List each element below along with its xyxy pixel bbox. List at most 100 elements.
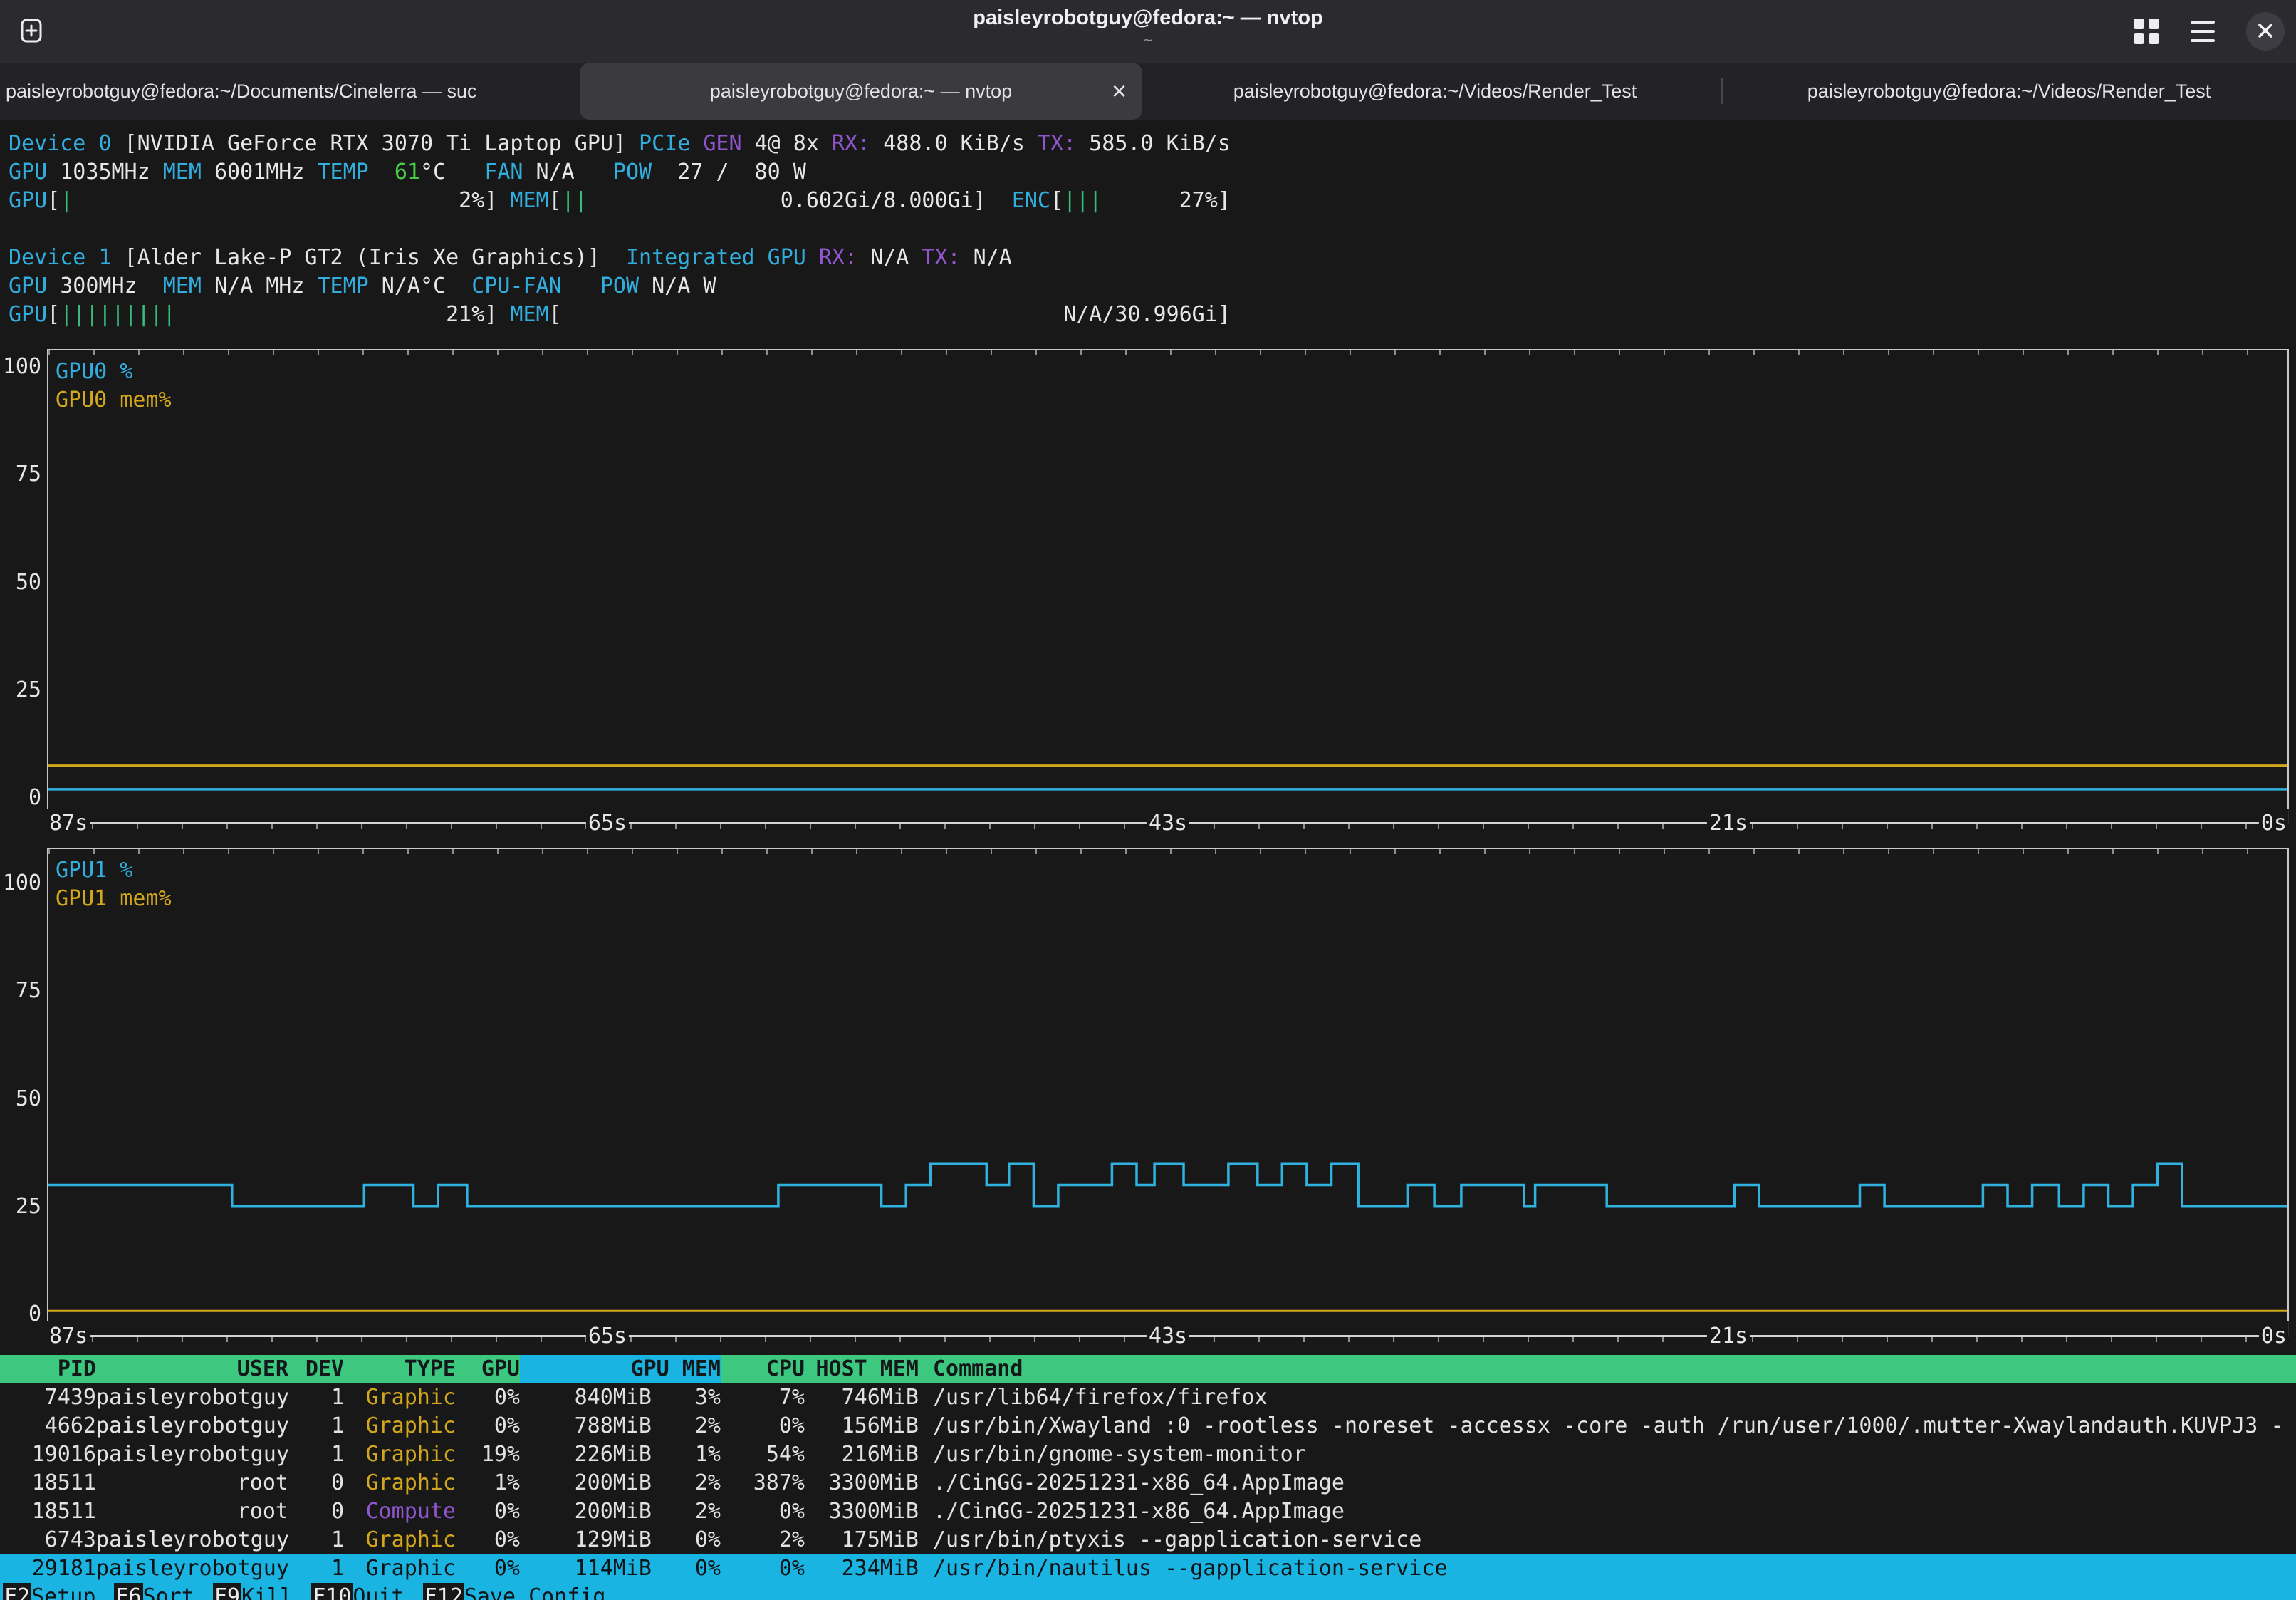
cell-cpu: 3% — [652, 1383, 721, 1412]
new-tab-button[interactable] — [14, 14, 48, 48]
cell-gpu: 0% — [456, 1497, 520, 1526]
column-header-dev[interactable]: DEV — [288, 1355, 344, 1383]
cell-dev: 1 — [288, 1526, 344, 1554]
cell-type: Graphic — [344, 1469, 456, 1497]
y-axis-label: 100 — [0, 353, 41, 381]
column-header-user[interactable]: USER — [96, 1355, 288, 1383]
cell-gpu-mem: 840MiB — [520, 1383, 652, 1412]
cell-user: paisleyrobotguy — [96, 1526, 288, 1554]
x-axis-label: 87s — [47, 1321, 90, 1351]
column-header-host-mem[interactable]: HOST MEM — [805, 1355, 919, 1383]
cell-host-mem: 0% — [721, 1497, 805, 1526]
cell-dev: 0 — [288, 1497, 344, 1526]
column-header-command[interactable]: Command — [933, 1355, 2296, 1383]
fnkey-action: Save Config — [464, 1583, 606, 1600]
x-axis-label: 65s — [586, 809, 629, 838]
cell-user: root — [96, 1469, 288, 1497]
chart-frame — [47, 848, 2289, 1336]
cell-cpu: 1% — [652, 1440, 721, 1469]
fnkey-f2: F2Setup — [3, 1583, 95, 1600]
cell-command: ./CinGG-20251231-x86_64.AppImage — [933, 1497, 2296, 1526]
tab-1[interactable]: paisleyrobotguy@fedora:~/Documents/Cinel… — [0, 63, 574, 120]
cell-pid: 29181 — [9, 1554, 96, 1583]
fnkey-label: F6 — [114, 1583, 142, 1600]
tab-bar: paisleyrobotguy@fedora:~/Documents/Cinel… — [0, 63, 2296, 120]
column-header-cpu[interactable]: CPU — [721, 1355, 805, 1383]
process-row: 19016paisleyrobotguy1Graphic19%226MiB1%5… — [0, 1440, 2296, 1469]
cell-pid: 18511 — [9, 1469, 96, 1497]
tab-close-button[interactable]: × — [1112, 78, 1127, 104]
cell-gpu-mem: 226MiB — [520, 1440, 652, 1469]
x-axis-ticks — [47, 1337, 2289, 1342]
main-menu-button[interactable] — [2191, 21, 2215, 42]
new-tab-icon — [17, 16, 46, 47]
cell-dev: 0 — [288, 1469, 344, 1497]
cell-command: /usr/bin/Xwayland :0 -rootless -noreset … — [933, 1412, 2296, 1440]
cell-type: Compute — [344, 1497, 456, 1526]
column-header-type[interactable]: TYPE — [344, 1355, 456, 1383]
legend-gpu0-mem-: GPU0 mem% — [56, 386, 172, 415]
x-axis-label: 21s — [1707, 1321, 1750, 1351]
cell-user: paisleyrobotguy — [96, 1383, 288, 1412]
cell-dev: 1 — [288, 1440, 344, 1469]
fnkey-f9: F9Kill — [213, 1583, 293, 1600]
tab-overview-icon — [2134, 19, 2159, 44]
tab-label: paisleyrobotguy@fedora:~/Documents/Cinel… — [6, 80, 476, 103]
cell-gpu-mem: 200MiB — [520, 1469, 652, 1497]
cell-host-mem: 0% — [721, 1412, 805, 1440]
y-axis-label: 75 — [0, 977, 41, 1005]
cell-dev: 1 — [288, 1554, 344, 1583]
info-line: GPU 1035MHz MEM 6001MHz TEMP 61°C FAN N/… — [9, 158, 1231, 187]
function-key-bar: F2SetupF6SortF9KillF10QuitF12Save Config — [0, 1583, 2296, 1600]
cell-command: /usr/bin/gnome-system-monitor — [933, 1440, 2296, 1469]
tab-2[interactable]: paisleyrobotguy@fedora:~ — nvtop× — [574, 63, 1148, 120]
fnkey-label: F12 — [423, 1583, 464, 1600]
fnkey-f12: F12Save Config — [423, 1583, 606, 1600]
tab-overview-button[interactable] — [2134, 19, 2159, 44]
fnkey-action: Kill — [241, 1583, 293, 1600]
cell-pid: 4662 — [9, 1412, 96, 1440]
device1-info-block: Device 1 [Alder Lake-P GT2 (Iris Xe Grap… — [9, 244, 1231, 329]
cell-command: ./CinGG-20251231-x86_64.AppImage — [933, 1469, 2296, 1497]
cell-type: Graphic — [344, 1554, 456, 1583]
column-header-pid[interactable]: PID — [9, 1355, 96, 1383]
headerbar-controls — [2134, 0, 2285, 63]
cell-cpu: 0% — [652, 1554, 721, 1583]
info-line: GPU[||||||||| 21%] MEM[ N/A/30.996Gi] — [9, 301, 1231, 329]
y-axis-label: 75 — [0, 460, 41, 489]
cell-dev: 1 — [288, 1383, 344, 1412]
process-table-body: 7439paisleyrobotguy1Graphic0%840MiB3%7%7… — [0, 1383, 2296, 1583]
cell-gpu-mem: 200MiB — [520, 1497, 652, 1526]
cell-command: /usr/lib64/firefox/firefox — [933, 1383, 2296, 1412]
terminal-viewport[interactable]: Device 0 [NVIDIA GeForce RTX 3070 Ti Lap… — [0, 120, 2296, 1600]
window-close-button[interactable] — [2246, 12, 2285, 51]
process-table-header: PIDUSERDEVTYPEGPUGPU MEMCPUHOST MEM Comma… — [0, 1355, 2296, 1383]
fnkey-label: F10 — [311, 1583, 353, 1600]
legend-gpu1-mem-: GPU1 mem% — [56, 885, 172, 913]
tab-4[interactable]: paisleyrobotguy@fedora:~/Videos/Render_T… — [1722, 63, 2296, 120]
cell-gpu-mem: 129MiB — [520, 1526, 652, 1554]
tab-3[interactable]: paisleyrobotguy@fedora:~/Videos/Render_T… — [1148, 63, 1722, 120]
cell-gpu: 0% — [456, 1554, 520, 1583]
y-axis-label: 0 — [0, 1300, 41, 1329]
chart-plot-area — [48, 883, 2287, 1314]
cell-gpu-mem: 788MiB — [520, 1412, 652, 1440]
cell-type: Graphic — [344, 1440, 456, 1469]
x-axis-label: 0s — [2259, 809, 2289, 838]
cell-mem-pct: 234MiB — [805, 1554, 919, 1583]
column-header-gpu-mem[interactable]: GPU MEM — [520, 1355, 721, 1383]
x-axis-label: 43s — [1147, 1321, 1189, 1351]
fnkey-action: Sort — [143, 1583, 194, 1600]
window-title-block: paisleyrobotguy@fedora:~ — nvtop ~ — [0, 4, 2296, 50]
x-axis-label: 0s — [2259, 1321, 2289, 1351]
cell-gpu: 0% — [456, 1526, 520, 1554]
cell-type: Graphic — [344, 1526, 456, 1554]
info-line: Device 0 [NVIDIA GeForce RTX 3070 Ti Lap… — [9, 130, 1231, 158]
process-row: 7439paisleyrobotguy1Graphic0%840MiB3%7%7… — [0, 1383, 2296, 1412]
legend-gpu1-: GPU1 % — [56, 856, 132, 885]
cell-cpu: 2% — [652, 1497, 721, 1526]
column-header-gpu[interactable]: GPU — [456, 1355, 520, 1383]
cell-cpu: 0% — [652, 1526, 721, 1554]
device0-info-block: Device 0 [NVIDIA GeForce RTX 3070 Ti Lap… — [9, 130, 1231, 215]
close-icon — [2256, 21, 2275, 42]
